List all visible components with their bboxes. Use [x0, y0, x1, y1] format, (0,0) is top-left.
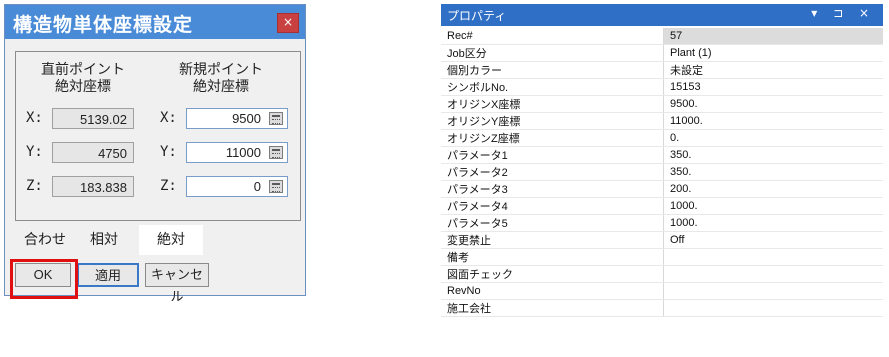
property-key: 備考 [441, 248, 664, 266]
property-key: オリジンY座標 [441, 112, 664, 130]
new-header-line1: 新規ポイント [179, 62, 263, 78]
property-value[interactable]: 15153 [663, 78, 883, 96]
new-z-field [186, 176, 288, 197]
prev-x-label: X: [26, 110, 43, 126]
apply-button[interactable]: 適用 [77, 263, 139, 287]
property-key: 図面チェック [441, 265, 664, 283]
property-key: Job区分 [441, 44, 664, 62]
new-x-input[interactable] [189, 110, 261, 127]
mode-tabs: 合わせ 相対 絶対 [15, 219, 299, 255]
property-row[interactable]: 図面チェック [441, 265, 883, 283]
property-value[interactable]: 350. [663, 163, 883, 181]
prev-x-value: 5139.02 [52, 108, 134, 129]
prev-header-line2: 絶対座標 [55, 79, 111, 95]
property-value[interactable] [663, 282, 883, 300]
property-value[interactable]: 57 [663, 28, 883, 45]
close-icon[interactable]: × [277, 13, 299, 33]
property-value[interactable]: 未設定 [663, 61, 883, 79]
property-key: Rec# [441, 28, 664, 45]
property-row[interactable]: パラメータ3 200. [441, 180, 883, 198]
prev-header-line1: 直前ポイント [41, 62, 125, 78]
property-row[interactable]: オリジンZ座標 0. [441, 129, 883, 147]
ok-button-highlight [10, 259, 78, 299]
new-z-label: Z: [160, 178, 177, 194]
property-key: パラメータ2 [441, 163, 664, 181]
property-row[interactable]: 個別カラー 未設定 [441, 61, 883, 79]
tab-relative[interactable]: 相対 [79, 227, 129, 251]
property-row[interactable]: パラメータ5 1000. [441, 214, 883, 232]
property-key: 施工会社 [441, 299, 664, 317]
property-row[interactable]: パラメータ4 1000. [441, 197, 883, 215]
property-row[interactable]: Job区分 Plant (1) [441, 44, 883, 62]
property-row[interactable]: 変更禁止 Off [441, 231, 883, 249]
property-key: パラメータ5 [441, 214, 664, 232]
property-row[interactable]: パラメータ2 350. [441, 163, 883, 181]
property-row[interactable]: Rec# 57 [441, 28, 883, 45]
dialog-titlebar[interactable]: 構造物単体座標設定 × [5, 5, 305, 39]
new-x-field [186, 108, 288, 129]
property-key: オリジンX座標 [441, 95, 664, 113]
property-key: シンボルNo. [441, 78, 664, 96]
tab-absolute[interactable]: 絶対 [139, 225, 203, 255]
tab-align[interactable]: 合わせ [17, 227, 73, 251]
panel-controls-icon[interactable]: ▾ ⊐ × [811, 6, 875, 20]
prev-y-value: 4750 [52, 142, 134, 163]
property-value[interactable] [663, 248, 883, 266]
properties-title: プロパティ [447, 9, 507, 23]
property-row[interactable]: 施工会社 [441, 299, 883, 317]
coordinate-settings-dialog: 構造物単体座標設定 × 直前ポイント 絶対座標 新規ポイント 絶対座標 X: 5… [4, 4, 306, 304]
property-key: パラメータ3 [441, 180, 664, 198]
property-value[interactable]: Plant (1) [663, 44, 883, 62]
property-key: RevNo [441, 282, 664, 300]
property-value[interactable]: 0. [663, 129, 883, 147]
prev-z-value: 183.838 [52, 176, 134, 197]
property-row[interactable]: パラメータ1 350. [441, 146, 883, 164]
new-header-line2: 絶対座標 [193, 79, 249, 95]
new-y-input[interactable] [189, 144, 261, 161]
property-value[interactable]: 1000. [663, 214, 883, 232]
prev-point-header: 直前ポイント 絶対座標 [28, 62, 138, 96]
property-grid: Rec# 57 Job区分 Plant (1) 個別カラー 未設定 シンボルNo. 15… [441, 28, 883, 317]
property-value[interactable]: 11000. [663, 112, 883, 130]
property-row[interactable]: RevNo [441, 282, 883, 300]
property-key: オリジンZ座標 [441, 129, 664, 147]
property-value[interactable]: 200. [663, 180, 883, 198]
calculator-icon[interactable] [269, 112, 283, 125]
property-row[interactable]: オリジンY座標 11000. [441, 112, 883, 130]
property-value[interactable] [663, 265, 883, 283]
prev-z-label: Z: [26, 178, 43, 194]
new-y-field [186, 142, 288, 163]
property-row[interactable]: シンボルNo. 15153 [441, 78, 883, 96]
property-row[interactable]: 備考 [441, 248, 883, 266]
calculator-icon[interactable] [269, 180, 283, 193]
new-x-label: X: [160, 110, 177, 126]
properties-titlebar: プロパティ ▾ ⊐ × [441, 4, 883, 26]
dialog-title: 構造物単体座標設定 [13, 14, 194, 36]
property-key: 変更禁止 [441, 231, 664, 249]
property-key: パラメータ4 [441, 197, 664, 215]
property-key: 個別カラー [441, 61, 664, 79]
property-value[interactable]: Off [663, 231, 883, 249]
property-key: パラメータ1 [441, 146, 664, 164]
property-value[interactable]: 9500. [663, 95, 883, 113]
properties-panel: プロパティ ▾ ⊐ × Rec# 57 Job区分 Plant (1) 個別カラー未… [441, 4, 883, 329]
property-row[interactable]: オリジンX座標 9500. [441, 95, 883, 113]
new-z-input[interactable] [189, 178, 261, 195]
coordinate-panel: 直前ポイント 絶対座標 新規ポイント 絶対座標 X: 5139.02 X: Y:… [15, 51, 301, 221]
calculator-icon[interactable] [269, 146, 283, 159]
cancel-button[interactable]: キャンセル [145, 263, 209, 304]
prev-y-label: Y: [26, 144, 43, 160]
new-y-label: Y: [160, 144, 177, 160]
new-point-header: 新規ポイント 絶対座標 [166, 62, 276, 96]
property-value[interactable]: 1000. [663, 197, 883, 215]
property-value[interactable]: 350. [663, 146, 883, 164]
property-value[interactable] [663, 299, 883, 317]
